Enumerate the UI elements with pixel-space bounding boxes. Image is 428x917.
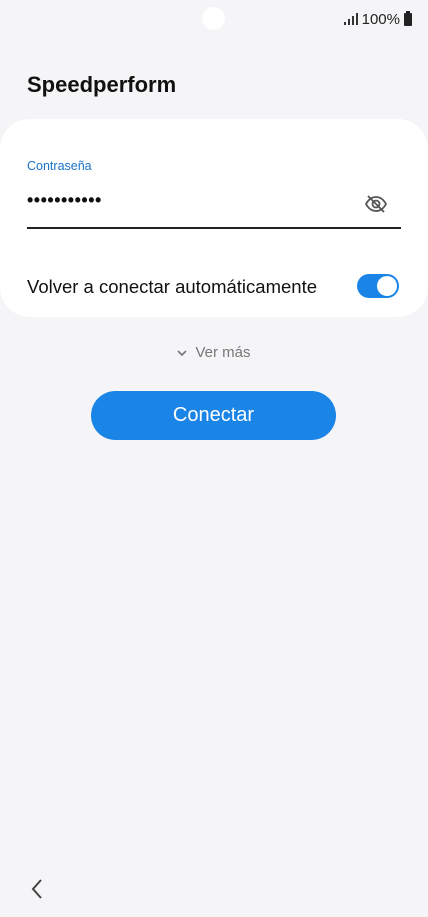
battery-icon xyxy=(404,10,412,26)
see-more-label: Ver más xyxy=(195,343,251,361)
chevron-down-icon xyxy=(177,344,188,361)
auto-reconnect-toggle[interactable] xyxy=(357,274,399,298)
battery-percentage: 100% xyxy=(361,10,400,28)
network-settings-card: Contraseña ••••••••••• Volver a conectar… xyxy=(0,119,428,317)
eye-off-icon[interactable] xyxy=(363,191,389,217)
connect-button[interactable]: Conectar xyxy=(91,391,336,440)
password-field[interactable]: ••••••••••• xyxy=(27,181,401,229)
see-more-button[interactable]: Ver más xyxy=(0,340,428,364)
back-chevron-icon[interactable] xyxy=(27,876,47,902)
page-title: Speedperform xyxy=(27,72,177,97)
toggle-knob xyxy=(377,276,397,296)
status-indicators: 100% xyxy=(343,10,412,28)
password-input-value[interactable]: ••••••••••• xyxy=(27,190,102,211)
auto-reconnect-label: Volver a conectar automáticamente xyxy=(27,276,317,297)
front-camera xyxy=(202,7,225,30)
status-bar: 100% xyxy=(0,0,428,38)
auto-reconnect-row[interactable]: Volver a conectar automáticamente xyxy=(27,269,401,303)
signal-icon xyxy=(343,13,358,25)
password-label: Contraseña xyxy=(27,159,92,173)
